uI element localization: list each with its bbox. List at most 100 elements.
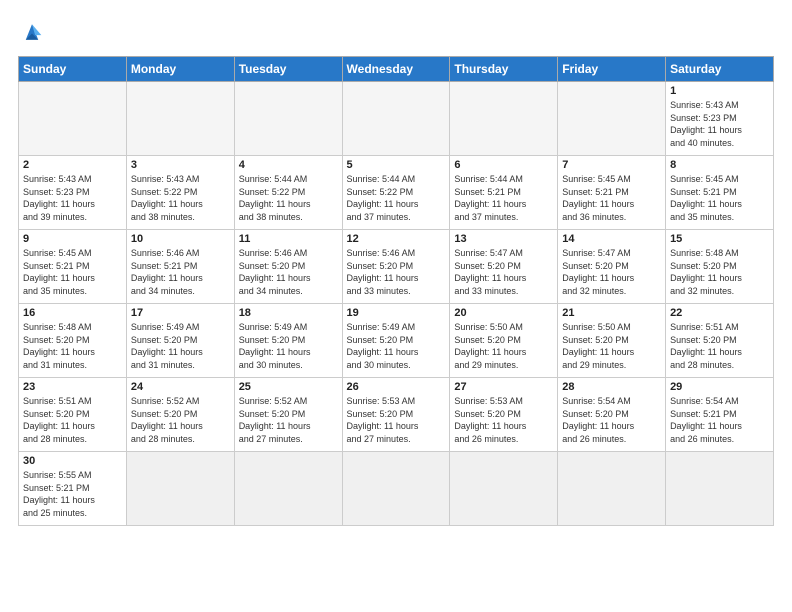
page: SundayMondayTuesdayWednesdayThursdayFrid…	[0, 0, 792, 612]
logo-icon	[18, 18, 46, 46]
calendar-week-row: 23 Sunrise: 5:51 AM Sunset: 5:20 PM Dayli…	[19, 378, 774, 452]
day-number: 5	[347, 159, 446, 171]
weekday-header: Friday	[558, 57, 666, 82]
day-number: 7	[562, 159, 661, 171]
day-number: 20	[454, 307, 553, 319]
calendar-cell: 2 Sunrise: 5:43 AM Sunset: 5:23 PM Daylig…	[19, 156, 127, 230]
day-number: 8	[670, 159, 769, 171]
calendar-cell: 3 Sunrise: 5:43 AM Sunset: 5:22 PM Daylig…	[126, 156, 234, 230]
calendar-cell	[450, 452, 558, 526]
weekday-header: Wednesday	[342, 57, 450, 82]
calendar-cell	[558, 452, 666, 526]
calendar: SundayMondayTuesdayWednesdayThursdayFrid…	[18, 56, 774, 526]
day-info: Sunrise: 5:43 AM Sunset: 5:23 PM Dayligh…	[670, 99, 769, 149]
calendar-cell: 22 Sunrise: 5:51 AM Sunset: 5:20 PM Dayli…	[666, 304, 774, 378]
day-info: Sunrise: 5:44 AM Sunset: 5:22 PM Dayligh…	[347, 173, 446, 223]
calendar-cell: 24 Sunrise: 5:52 AM Sunset: 5:20 PM Dayli…	[126, 378, 234, 452]
day-number: 4	[239, 159, 338, 171]
day-info: Sunrise: 5:52 AM Sunset: 5:20 PM Dayligh…	[239, 395, 338, 445]
weekday-header: Saturday	[666, 57, 774, 82]
calendar-cell: 12Sunrise: 5:46 AM Sunset: 5:20 PM Dayli…	[342, 230, 450, 304]
calendar-cell: 25 Sunrise: 5:52 AM Sunset: 5:20 PM Dayli…	[234, 378, 342, 452]
day-info: Sunrise: 5:53 AM Sunset: 5:20 PM Dayligh…	[454, 395, 553, 445]
day-number: 24	[131, 381, 230, 393]
calendar-week-row: 9Sunrise: 5:45 AM Sunset: 5:21 PM Daylig…	[19, 230, 774, 304]
day-info: Sunrise: 5:46 AM Sunset: 5:20 PM Dayligh…	[239, 247, 338, 297]
day-number: 2	[23, 159, 122, 171]
calendar-week-row: 16 Sunrise: 5:48 AM Sunset: 5:20 PM Dayli…	[19, 304, 774, 378]
calendar-week-row: 2 Sunrise: 5:43 AM Sunset: 5:23 PM Daylig…	[19, 156, 774, 230]
day-info: Sunrise: 5:55 AM Sunset: 5:21 PM Dayligh…	[23, 469, 122, 519]
calendar-cell: 7 Sunrise: 5:45 AM Sunset: 5:21 PM Daylig…	[558, 156, 666, 230]
day-number: 26	[347, 381, 446, 393]
day-info: Sunrise: 5:49 AM Sunset: 5:20 PM Dayligh…	[131, 321, 230, 371]
day-number: 29	[670, 381, 769, 393]
day-info: Sunrise: 5:54 AM Sunset: 5:20 PM Dayligh…	[562, 395, 661, 445]
calendar-cell	[342, 82, 450, 156]
calendar-cell: 6 Sunrise: 5:44 AM Sunset: 5:21 PM Daylig…	[450, 156, 558, 230]
calendar-cell: 16 Sunrise: 5:48 AM Sunset: 5:20 PM Dayli…	[19, 304, 127, 378]
calendar-cell	[234, 452, 342, 526]
weekday-header: Sunday	[19, 57, 127, 82]
day-number: 1	[670, 85, 769, 97]
day-number: 11	[239, 233, 338, 245]
day-number: 21	[562, 307, 661, 319]
day-info: Sunrise: 5:43 AM Sunset: 5:22 PM Dayligh…	[131, 173, 230, 223]
day-info: Sunrise: 5:48 AM Sunset: 5:20 PM Dayligh…	[670, 247, 769, 297]
logo	[18, 18, 50, 46]
day-number: 6	[454, 159, 553, 171]
day-info: Sunrise: 5:51 AM Sunset: 5:20 PM Dayligh…	[670, 321, 769, 371]
calendar-cell: 30Sunrise: 5:55 AM Sunset: 5:21 PM Dayli…	[19, 452, 127, 526]
calendar-cell: 21 Sunrise: 5:50 AM Sunset: 5:20 PM Dayli…	[558, 304, 666, 378]
calendar-cell: 18Sunrise: 5:49 AM Sunset: 5:20 PM Dayli…	[234, 304, 342, 378]
day-info: Sunrise: 5:45 AM Sunset: 5:21 PM Dayligh…	[562, 173, 661, 223]
weekday-header-row: SundayMondayTuesdayWednesdayThursdayFrid…	[19, 57, 774, 82]
day-number: 22	[670, 307, 769, 319]
calendar-cell	[19, 82, 127, 156]
day-info: Sunrise: 5:44 AM Sunset: 5:22 PM Dayligh…	[239, 173, 338, 223]
day-info: Sunrise: 5:54 AM Sunset: 5:21 PM Dayligh…	[670, 395, 769, 445]
calendar-cell	[450, 82, 558, 156]
day-info: Sunrise: 5:46 AM Sunset: 5:20 PM Dayligh…	[347, 247, 446, 297]
calendar-cell	[126, 82, 234, 156]
day-info: Sunrise: 5:44 AM Sunset: 5:21 PM Dayligh…	[454, 173, 553, 223]
calendar-cell: 20 Sunrise: 5:50 AM Sunset: 5:20 PM Dayli…	[450, 304, 558, 378]
day-info: Sunrise: 5:49 AM Sunset: 5:20 PM Dayligh…	[347, 321, 446, 371]
calendar-cell: 23 Sunrise: 5:51 AM Sunset: 5:20 PM Dayli…	[19, 378, 127, 452]
calendar-cell	[558, 82, 666, 156]
day-info: Sunrise: 5:48 AM Sunset: 5:20 PM Dayligh…	[23, 321, 122, 371]
day-info: Sunrise: 5:53 AM Sunset: 5:20 PM Dayligh…	[347, 395, 446, 445]
day-info: Sunrise: 5:45 AM Sunset: 5:21 PM Dayligh…	[23, 247, 122, 297]
day-info: Sunrise: 5:51 AM Sunset: 5:20 PM Dayligh…	[23, 395, 122, 445]
day-number: 3	[131, 159, 230, 171]
day-number: 23	[23, 381, 122, 393]
calendar-week-row: 1 Sunrise: 5:43 AM Sunset: 5:23 PM Daylig…	[19, 82, 774, 156]
day-number: 17	[131, 307, 230, 319]
calendar-cell: 26 Sunrise: 5:53 AM Sunset: 5:20 PM Dayli…	[342, 378, 450, 452]
day-number: 16	[23, 307, 122, 319]
day-number: 19	[347, 307, 446, 319]
calendar-cell	[234, 82, 342, 156]
calendar-cell: 27Sunrise: 5:53 AM Sunset: 5:20 PM Dayli…	[450, 378, 558, 452]
day-info: Sunrise: 5:43 AM Sunset: 5:23 PM Dayligh…	[23, 173, 122, 223]
calendar-cell: 29 Sunrise: 5:54 AM Sunset: 5:21 PM Dayli…	[666, 378, 774, 452]
day-number: 28	[562, 381, 661, 393]
calendar-cell: 15Sunrise: 5:48 AM Sunset: 5:20 PM Dayli…	[666, 230, 774, 304]
day-number: 14	[562, 233, 661, 245]
day-info: Sunrise: 5:50 AM Sunset: 5:20 PM Dayligh…	[562, 321, 661, 371]
day-info: Sunrise: 5:52 AM Sunset: 5:20 PM Dayligh…	[131, 395, 230, 445]
weekday-header: Monday	[126, 57, 234, 82]
day-number: 25	[239, 381, 338, 393]
weekday-header: Thursday	[450, 57, 558, 82]
day-number: 18	[239, 307, 338, 319]
calendar-cell: 5 Sunrise: 5:44 AM Sunset: 5:22 PM Daylig…	[342, 156, 450, 230]
day-info: Sunrise: 5:45 AM Sunset: 5:21 PM Dayligh…	[670, 173, 769, 223]
calendar-cell: 4 Sunrise: 5:44 AM Sunset: 5:22 PM Daylig…	[234, 156, 342, 230]
day-info: Sunrise: 5:46 AM Sunset: 5:21 PM Dayligh…	[131, 247, 230, 297]
calendar-cell: 17 Sunrise: 5:49 AM Sunset: 5:20 PM Dayli…	[126, 304, 234, 378]
day-info: Sunrise: 5:47 AM Sunset: 5:20 PM Dayligh…	[454, 247, 553, 297]
header	[18, 18, 774, 46]
day-info: Sunrise: 5:50 AM Sunset: 5:20 PM Dayligh…	[454, 321, 553, 371]
calendar-cell: 28 Sunrise: 5:54 AM Sunset: 5:20 PM Dayli…	[558, 378, 666, 452]
calendar-cell	[666, 452, 774, 526]
